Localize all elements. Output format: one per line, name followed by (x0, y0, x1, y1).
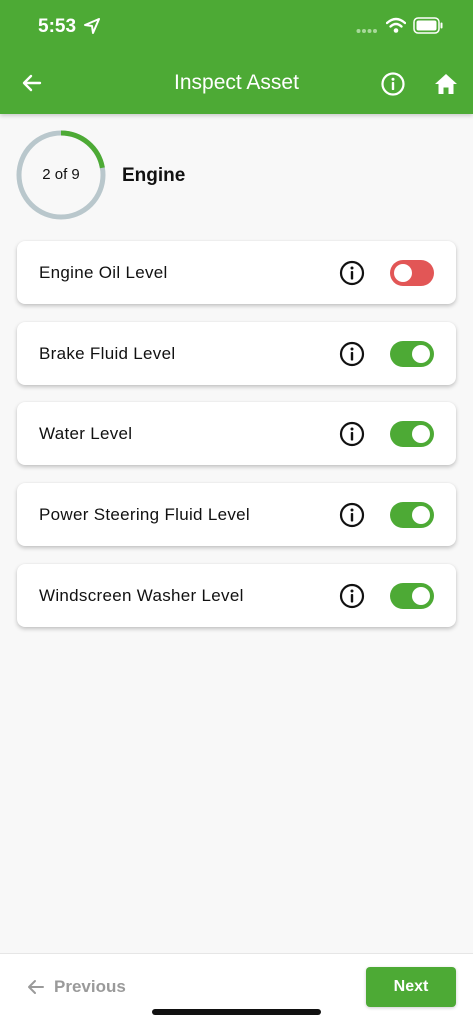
toggle-switch[interactable] (390, 341, 434, 367)
checklist-item: Water Level (17, 402, 456, 465)
toggle-knob (412, 506, 430, 524)
toggle-knob (412, 425, 430, 443)
nav-bar: Inspect Asset (0, 54, 473, 114)
next-label: Next (393, 978, 429, 995)
checklist-item-label: Water Level (39, 424, 133, 443)
previous-label: Previous (54, 977, 126, 996)
previous-button[interactable]: Previous (26, 974, 126, 1000)
toggle-switch[interactable] (390, 421, 434, 447)
next-button[interactable]: Next (366, 967, 456, 1007)
status-time: 5:53 (38, 16, 77, 37)
info-icon[interactable] (339, 583, 365, 609)
toggle-switch[interactable] (390, 583, 434, 609)
progress-label: 2 of 9 (42, 166, 80, 183)
app-header: 5:53 Inspect Asset (0, 0, 473, 114)
checklist-item-label: Power Steering Fluid Level (39, 505, 250, 524)
toggle-knob (412, 345, 430, 363)
home-icon[interactable] (433, 71, 459, 97)
checklist-item-label: Windscreen Washer Level (39, 586, 244, 605)
status-bar: 5:53 (0, 0, 473, 54)
battery-icon (413, 17, 443, 34)
info-icon[interactable] (339, 421, 365, 447)
arrow-left-icon (28, 980, 44, 994)
toggle-knob (394, 264, 412, 282)
checklist-item: Windscreen Washer Level (17, 564, 456, 627)
toggle-switch[interactable] (390, 260, 434, 286)
info-icon[interactable] (339, 502, 365, 528)
checklist-item: Engine Oil Level (17, 241, 456, 304)
info-icon[interactable] (339, 260, 365, 286)
home-indicator (152, 1009, 321, 1015)
info-icon[interactable] (380, 71, 406, 97)
location-arrow-icon (84, 18, 100, 34)
toggle-switch[interactable] (390, 502, 434, 528)
checklist-item: Brake Fluid Level (17, 322, 456, 385)
checklist-item: Power Steering Fluid Level (17, 483, 456, 546)
section-title: Engine (122, 165, 186, 186)
checklist-item-label: Brake Fluid Level (39, 344, 176, 363)
toggle-knob (412, 587, 430, 605)
info-icon[interactable] (339, 341, 365, 367)
signal-dots-icon (356, 29, 377, 33)
checklist-item-label: Engine Oil Level (39, 263, 168, 282)
wifi-icon (386, 17, 406, 33)
